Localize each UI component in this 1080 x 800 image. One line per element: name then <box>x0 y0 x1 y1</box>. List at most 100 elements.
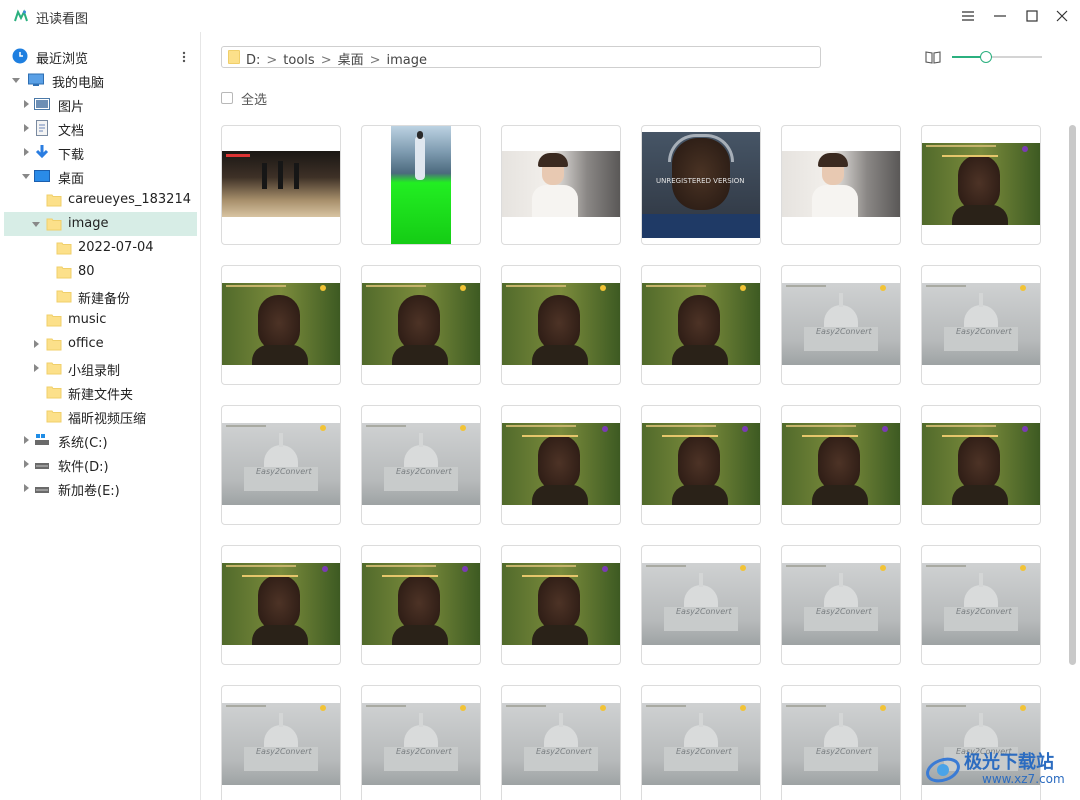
site-watermark: 极光下载站 www.xz7.com <box>924 746 1074 792</box>
image-thumbnail[interactable]: Easy2Convert <box>361 405 481 525</box>
breadcrumb-segment[interactable]: D: <box>246 53 260 68</box>
watermark-text: 极光下载站 <box>964 752 1054 773</box>
drive-icon <box>35 487 49 493</box>
minimize-button[interactable] <box>983 0 1017 32</box>
watermark-logo-icon <box>926 757 960 783</box>
image-thumbnail[interactable]: Easy2Convert <box>221 405 341 525</box>
image-thumbnail[interactable]: Easy2Convert <box>921 545 1041 665</box>
image-thumbnail[interactable]: Easy2Convert <box>641 545 761 665</box>
caret-right-icon[interactable] <box>22 148 30 156</box>
image-thumbnail[interactable]: Easy2Convert <box>781 545 901 665</box>
folder-icon <box>46 218 62 231</box>
sidebar-item-driveE[interactable]: 新加卷(E:) <box>4 476 197 500</box>
book-view-icon[interactable] <box>925 50 941 64</box>
document-icon <box>36 120 48 136</box>
image-thumbnail[interactable] <box>361 125 481 245</box>
sidebar-item-driveD[interactable]: 软件(D:) <box>4 452 197 476</box>
caret-right-icon[interactable] <box>22 436 30 444</box>
image-thumbnail[interactable]: Easy2Convert <box>921 265 1041 385</box>
sidebar-item-label: 新建备份 <box>78 292 131 307</box>
image-thumbnail[interactable]: Easy2Convert <box>781 265 901 385</box>
image-thumbnail[interactable] <box>501 125 621 245</box>
sidebar-item-documents[interactable]: 文档 <box>4 116 197 140</box>
sidebar-item-newfolder[interactable]: 新建文件夹 <box>4 380 197 404</box>
image-thumbnail[interactable] <box>221 125 341 245</box>
image-thumbnail[interactable] <box>501 405 621 525</box>
sidebar-item-label: 新建文件夹 <box>68 388 134 403</box>
image-thumbnail[interactable] <box>641 265 761 385</box>
sidebar-item-fuxin[interactable]: 福昕视频压缩 <box>4 404 197 428</box>
caret-right-icon[interactable] <box>22 460 30 468</box>
image-thumbnail[interactable] <box>501 545 621 665</box>
sidebar-item-recent[interactable]: 最近浏览 <box>4 44 197 68</box>
sidebar-item-mycomputer[interactable]: 我的电脑 <box>4 68 197 92</box>
maximize-button[interactable] <box>1015 0 1049 32</box>
image-thumbnail[interactable]: UNREGISTERED VERSION <box>641 125 761 245</box>
sidebar-item-music[interactable]: music <box>4 308 197 332</box>
caret-right-icon[interactable] <box>32 340 40 348</box>
sidebar-item-pictures[interactable]: 图片 <box>4 92 197 116</box>
image-thumbnail[interactable]: Easy2Convert <box>501 685 621 800</box>
sidebar-item-d20220704[interactable]: 2022-07-04 <box>4 236 197 260</box>
scrollbar-thumb[interactable] <box>1069 125 1076 665</box>
folder-icon <box>46 386 62 399</box>
thumbnail-image <box>362 283 480 365</box>
close-button[interactable] <box>1045 0 1079 32</box>
title-bar: 迅读看图 <box>0 0 1080 32</box>
more-options-button[interactable] <box>176 48 192 66</box>
more-vertical-icon <box>182 51 186 63</box>
sidebar-item-newbackup[interactable]: 新建备份 <box>4 284 197 308</box>
checkbox[interactable] <box>221 92 233 104</box>
menu-button[interactable] <box>951 0 985 32</box>
image-thumbnail[interactable] <box>361 545 481 665</box>
sidebar-item-label: careueyes_183214 <box>68 192 191 207</box>
breadcrumb-segment[interactable]: image <box>387 53 428 68</box>
select-all-checkbox[interactable]: 全选 <box>221 90 267 108</box>
caret-right-icon[interactable] <box>22 100 30 108</box>
image-thumbnail[interactable] <box>221 545 341 665</box>
thumbnail-overlay-text: Easy2Convert <box>396 467 452 476</box>
zoom-slider-thumb[interactable] <box>980 51 993 63</box>
image-thumbnail[interactable] <box>781 125 901 245</box>
image-thumbnail[interactable] <box>361 265 481 385</box>
sidebar: 最近浏览 我的电脑 图片 文档 下载 桌面 careueyes_183214image 20… <box>0 32 201 800</box>
thumbnail-image: Easy2Convert <box>362 423 480 505</box>
thumbnail-image <box>922 423 1040 505</box>
image-thumbnail[interactable]: Easy2Convert <box>361 685 481 800</box>
sidebar-item-office[interactable]: office <box>4 332 197 356</box>
image-thumbnail[interactable] <box>221 265 341 385</box>
breadcrumb-segment[interactable]: tools <box>283 53 314 68</box>
thumbnail-image <box>642 423 760 505</box>
image-thumbnail[interactable]: Easy2Convert <box>641 685 761 800</box>
breadcrumb-separator: > <box>369 53 381 68</box>
computer-icon <box>28 73 44 86</box>
breadcrumb-separator: > <box>266 53 278 68</box>
image-thumbnail[interactable]: Easy2Convert <box>221 685 341 800</box>
caret-right-icon[interactable] <box>22 124 30 132</box>
sidebar-item-grouprec[interactable]: 小组录制 <box>4 356 197 380</box>
image-thumbnail[interactable]: Easy2Convert <box>781 685 901 800</box>
caret-down-icon[interactable] <box>12 76 20 84</box>
caret-right-icon[interactable] <box>22 484 30 492</box>
breadcrumb-segment[interactable]: 桌面 <box>338 53 364 68</box>
sidebar-item-downloads[interactable]: 下载 <box>4 140 197 164</box>
sidebar-item-careueyes[interactable]: careueyes_183214 <box>4 188 197 212</box>
sidebar-item-f80[interactable]: 80 <box>4 260 197 284</box>
image-thumbnail[interactable] <box>781 405 901 525</box>
system-drive-icon <box>35 434 49 445</box>
caret-down-icon[interactable] <box>32 220 40 228</box>
image-thumbnail[interactable] <box>921 405 1041 525</box>
zoom-slider[interactable] <box>952 50 1042 64</box>
path-bar[interactable]: D: > tools > 桌面 > image <box>221 46 821 68</box>
image-thumbnail[interactable] <box>921 125 1041 245</box>
thumbnail-overlay-text: Easy2Convert <box>396 747 452 756</box>
thumbnail-image <box>502 563 620 645</box>
caret-right-icon[interactable] <box>32 364 40 372</box>
sidebar-item-image[interactable]: image <box>4 212 197 236</box>
caret-down-icon[interactable] <box>22 172 30 180</box>
sidebar-item-driveC[interactable]: 系统(C:) <box>4 428 197 452</box>
image-thumbnail[interactable] <box>501 265 621 385</box>
sidebar-item-label: 福昕视频压缩 <box>68 412 147 427</box>
sidebar-item-desktop[interactable]: 桌面 <box>4 164 197 188</box>
image-thumbnail[interactable] <box>641 405 761 525</box>
